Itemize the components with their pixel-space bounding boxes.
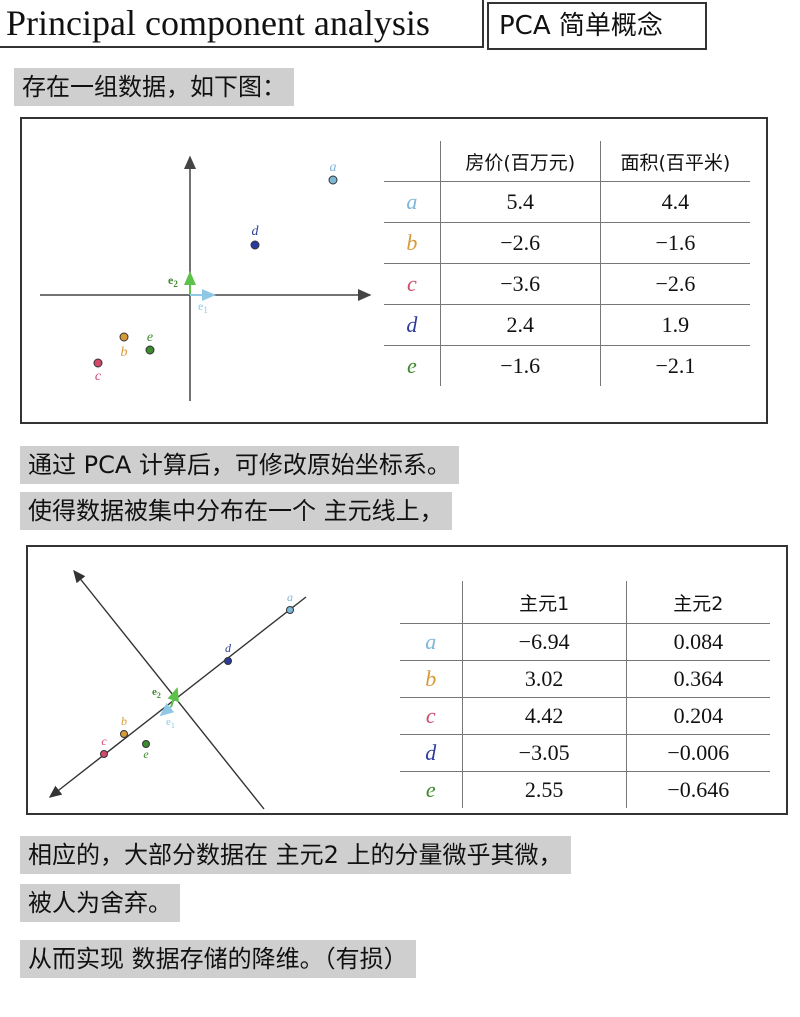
note-result-line2: 被人为舍弃。: [20, 884, 180, 922]
point-label-c: c: [95, 369, 102, 384]
point-e: [145, 345, 155, 355]
table-row: c −3.6 −2.6: [384, 263, 750, 305]
cell: −2.1: [600, 345, 750, 386]
table-row: e −1.6 −2.1: [384, 345, 750, 386]
row-label-a: a: [384, 181, 441, 223]
note-result-line1: 相应的，大部分数据在 主元2 上的分量微乎其微，: [20, 836, 571, 874]
page-title: Principal component analysis: [0, 0, 484, 48]
point-label-e: e: [147, 330, 153, 345]
cell: 4.4: [600, 181, 750, 223]
basis-e1-arrow: [159, 702, 175, 717]
point-label-b: b: [121, 714, 127, 728]
principal-axis-2: [73, 569, 265, 810]
table-header-row: 主元1 主元2: [400, 581, 770, 624]
row-label-e: e: [384, 345, 441, 386]
header-pc2: 主元2: [626, 581, 770, 624]
table-pca: 主元1 主元2 a −6.94 0.084 b 3.02 0.364 c 4.4…: [400, 581, 770, 808]
basis-e1-label: e1: [198, 299, 208, 315]
header-pc1: 主元1: [462, 581, 627, 624]
point-b: [120, 730, 128, 738]
point-c: [100, 750, 108, 758]
table-row: c 4.42 0.204: [400, 697, 770, 735]
cell: −3.05: [462, 734, 627, 772]
point-label-b: b: [121, 345, 128, 360]
header-area: 面积(百平米): [600, 141, 750, 182]
table-row: e 2.55 −0.646: [400, 771, 770, 808]
cell: −2.6: [600, 263, 750, 305]
row-label-c: c: [400, 697, 463, 735]
note-pca-line2: 使得数据被集中分布在一个 主元线上，: [20, 492, 452, 530]
table-row: d 2.4 1.9: [384, 304, 750, 346]
point-label-a: a: [287, 590, 293, 604]
point-b: [119, 332, 129, 342]
cell: 5.4: [440, 181, 601, 223]
point-d: [250, 240, 260, 250]
note-pca-line1: 通过 PCA 计算后，可修改原始坐标系。: [20, 446, 459, 484]
cell: 1.9: [600, 304, 750, 346]
cell: 2.55: [462, 771, 627, 808]
point-label-d: d: [252, 224, 260, 239]
table-header-row: 房价(百万元) 面积(百平米): [384, 141, 750, 182]
note-conclusion: 从而实现 数据存储的降维。（有损）: [20, 940, 416, 978]
table-row: b −2.6 −1.6: [384, 222, 750, 264]
row-label-b: b: [384, 222, 441, 264]
header-price: 房价(百万元): [440, 141, 601, 182]
point-label-a: a: [330, 160, 337, 175]
table-row: a −6.94 0.084: [400, 623, 770, 661]
cell: −2.6: [440, 222, 601, 264]
cell: 0.084: [626, 623, 770, 661]
point-label-d: d: [225, 641, 232, 655]
cell: 3.02: [462, 660, 627, 698]
cell: 2.4: [440, 304, 601, 346]
header-cell: [400, 581, 463, 624]
table-original: 房价(百万元) 面积(百平米) a 5.4 4.4 b −2.6 −1.6 c …: [384, 141, 750, 386]
cell: −0.646: [626, 771, 770, 808]
panel-pca-data: e2 e1 adbec 主元1 主元2 a −6.94 0.084 b 3.02…: [26, 545, 788, 815]
cell: −1.6: [600, 222, 750, 264]
principal-axis-1: [48, 596, 307, 798]
cell: 0.204: [626, 697, 770, 735]
basis-e2-label: e2: [152, 686, 161, 700]
points-original: a d b e c: [93, 160, 338, 384]
basis-e1-label: e1: [166, 716, 175, 730]
cell: −0.006: [626, 734, 770, 772]
table-row: b 3.02 0.364: [400, 660, 770, 698]
cell: −1.6: [440, 345, 601, 386]
table-row: a 5.4 4.4: [384, 181, 750, 223]
header-cell: [384, 141, 441, 182]
scatter-original: e2 e1 a d b e c: [40, 155, 372, 401]
row-label-d: d: [384, 304, 441, 346]
page-subtitle: PCA 简单概念: [487, 2, 707, 50]
row-label-b: b: [400, 660, 463, 698]
point-label-c: c: [101, 734, 107, 748]
note-intro: 存在一组数据，如下图：: [14, 68, 294, 106]
row-label-d: d: [400, 734, 463, 772]
row-label-a: a: [400, 623, 463, 661]
row-label-e: e: [400, 771, 463, 808]
basis-e2-label: e2: [168, 273, 178, 289]
cell: 0.364: [626, 660, 770, 698]
cell: −3.6: [440, 263, 601, 305]
table-row: d −3.05 −0.006: [400, 734, 770, 772]
point-a: [286, 606, 294, 614]
cell: −6.94: [462, 623, 627, 661]
row-label-c: c: [384, 263, 441, 305]
cell: 4.42: [462, 697, 627, 735]
point-a: [328, 175, 338, 185]
scatter-pca: e2 e1 a d b e c: [48, 569, 307, 810]
panel-original-data: e2 e1 adbec 房价(百万元) 面积(百平米) a 5.4 4.4 b …: [20, 117, 768, 424]
point-d: [224, 657, 232, 665]
point-c: [93, 358, 103, 368]
point-label-e: e: [143, 747, 149, 761]
